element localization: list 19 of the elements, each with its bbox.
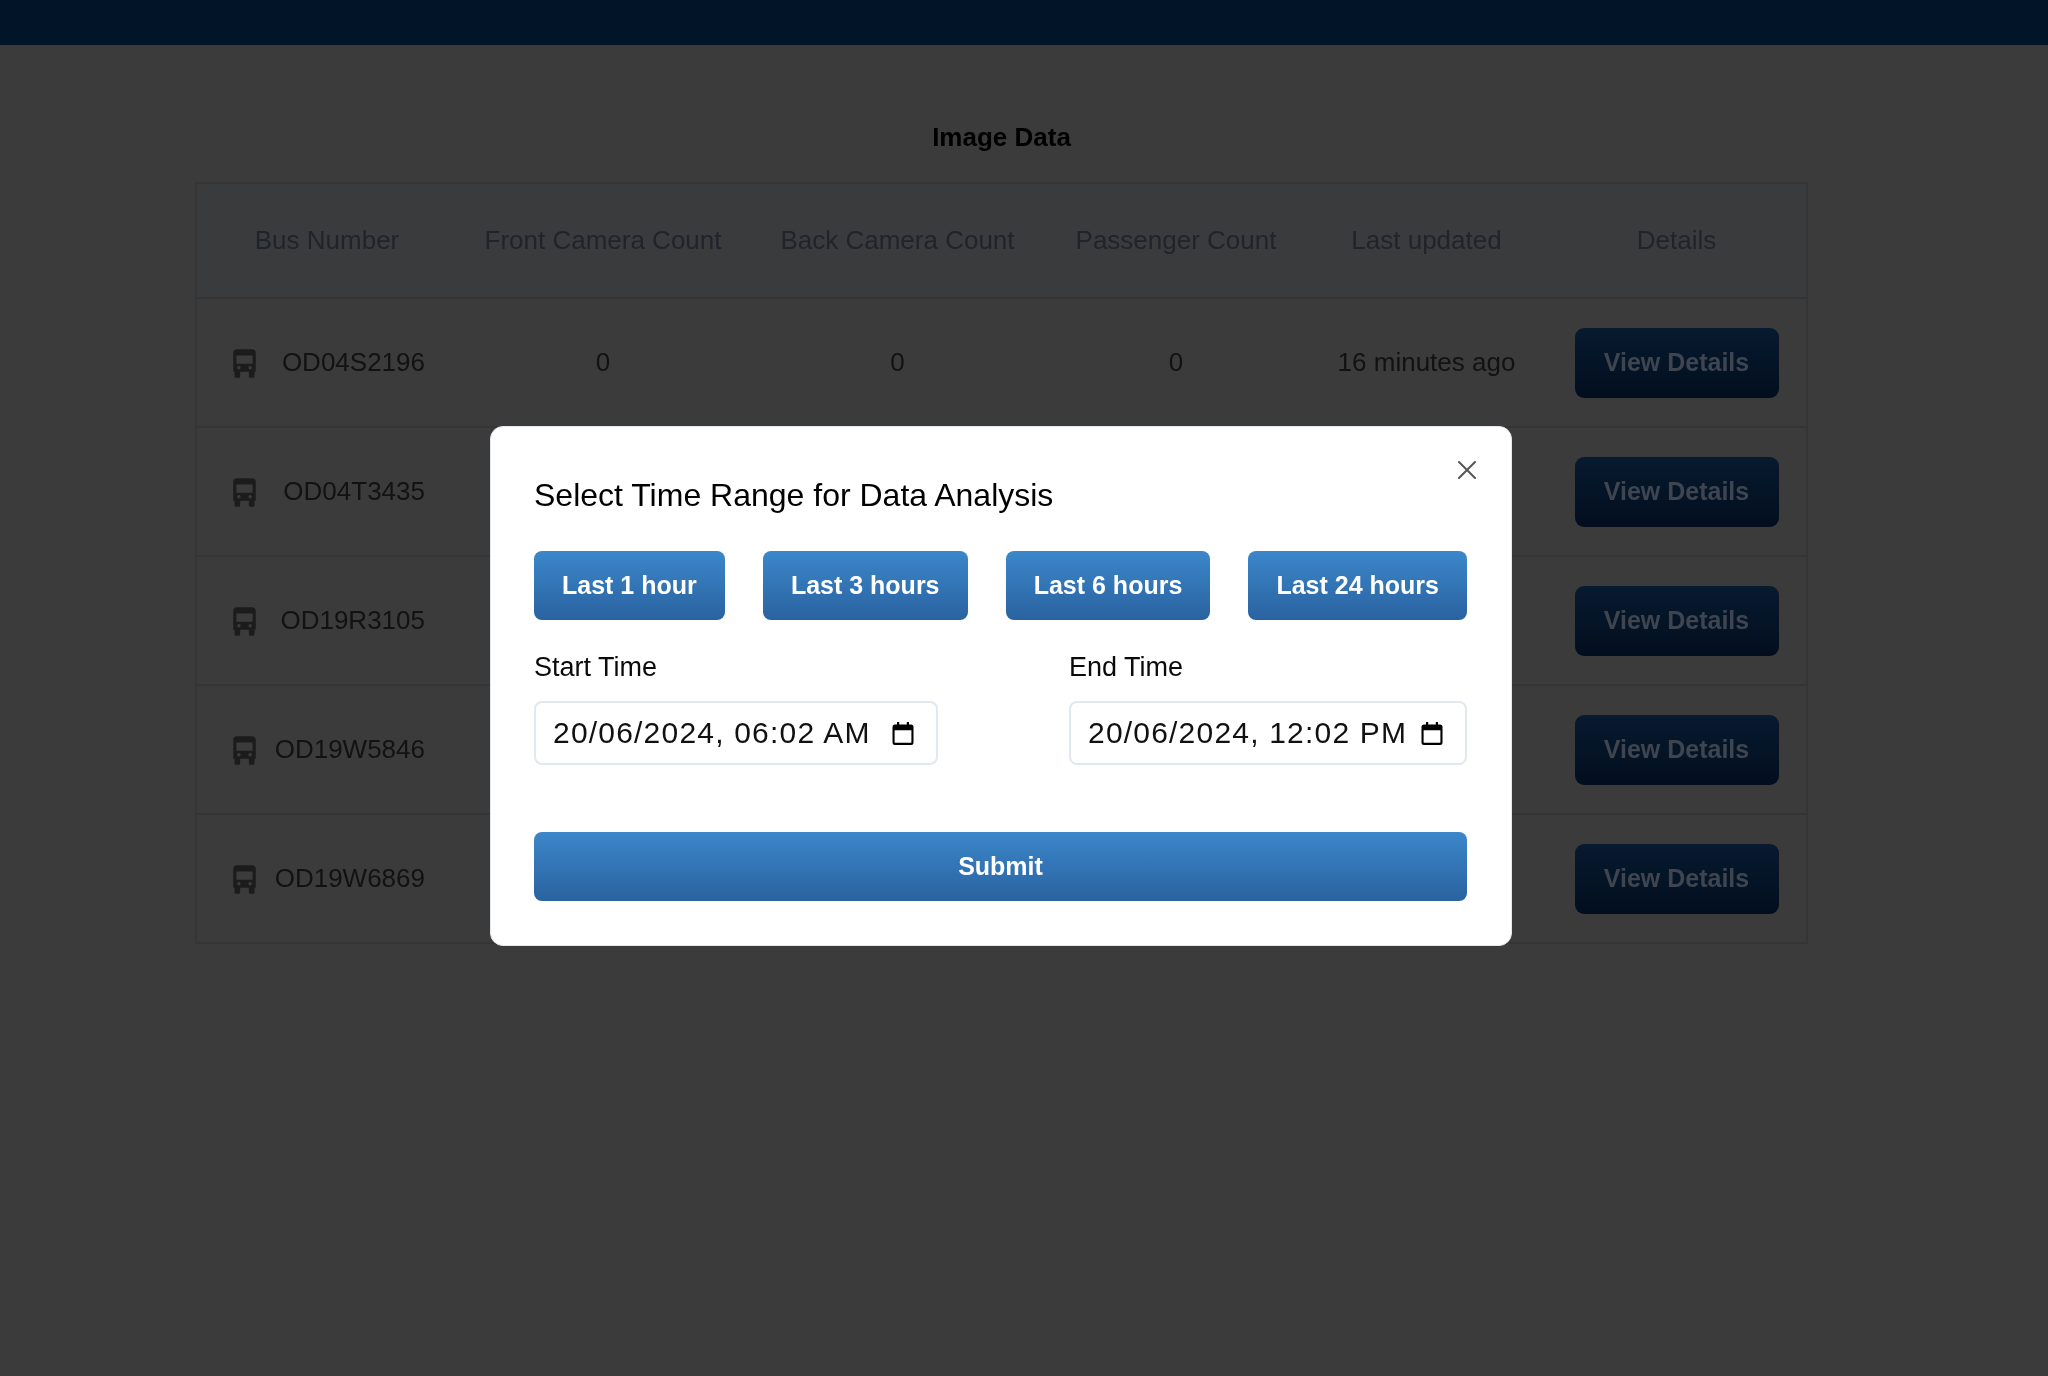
modal-title: Select Time Range for Data Analysis xyxy=(534,475,1054,514)
close-icon xyxy=(1458,460,1476,479)
bus-icon xyxy=(232,347,257,378)
calendar-icon[interactable] xyxy=(892,721,914,745)
field-label: End Time xyxy=(1069,651,1184,682)
page-title: Image Data xyxy=(932,121,1071,153)
field-label: Start Time xyxy=(534,651,658,682)
time-range-button[interactable]: Last 1 hour xyxy=(534,550,725,620)
bus-icon xyxy=(232,734,257,765)
bus-icon xyxy=(232,605,257,636)
calendar-icon[interactable] xyxy=(1421,721,1443,745)
datetime-field[interactable]: 20/06/2024, 06:02 AM xyxy=(534,700,938,765)
bus-icon xyxy=(232,863,257,894)
datetime-field[interactable]: 20/06/2024, 12:02 PM xyxy=(1069,700,1467,765)
bus-icon xyxy=(232,476,257,507)
time-range-button[interactable]: Last 6 hours xyxy=(1005,550,1211,620)
submit-button[interactable]: Submit xyxy=(534,831,1467,901)
time-range-button[interactable]: Last 24 hours xyxy=(1248,550,1467,620)
time-range-button[interactable]: Last 3 hours xyxy=(762,550,968,620)
